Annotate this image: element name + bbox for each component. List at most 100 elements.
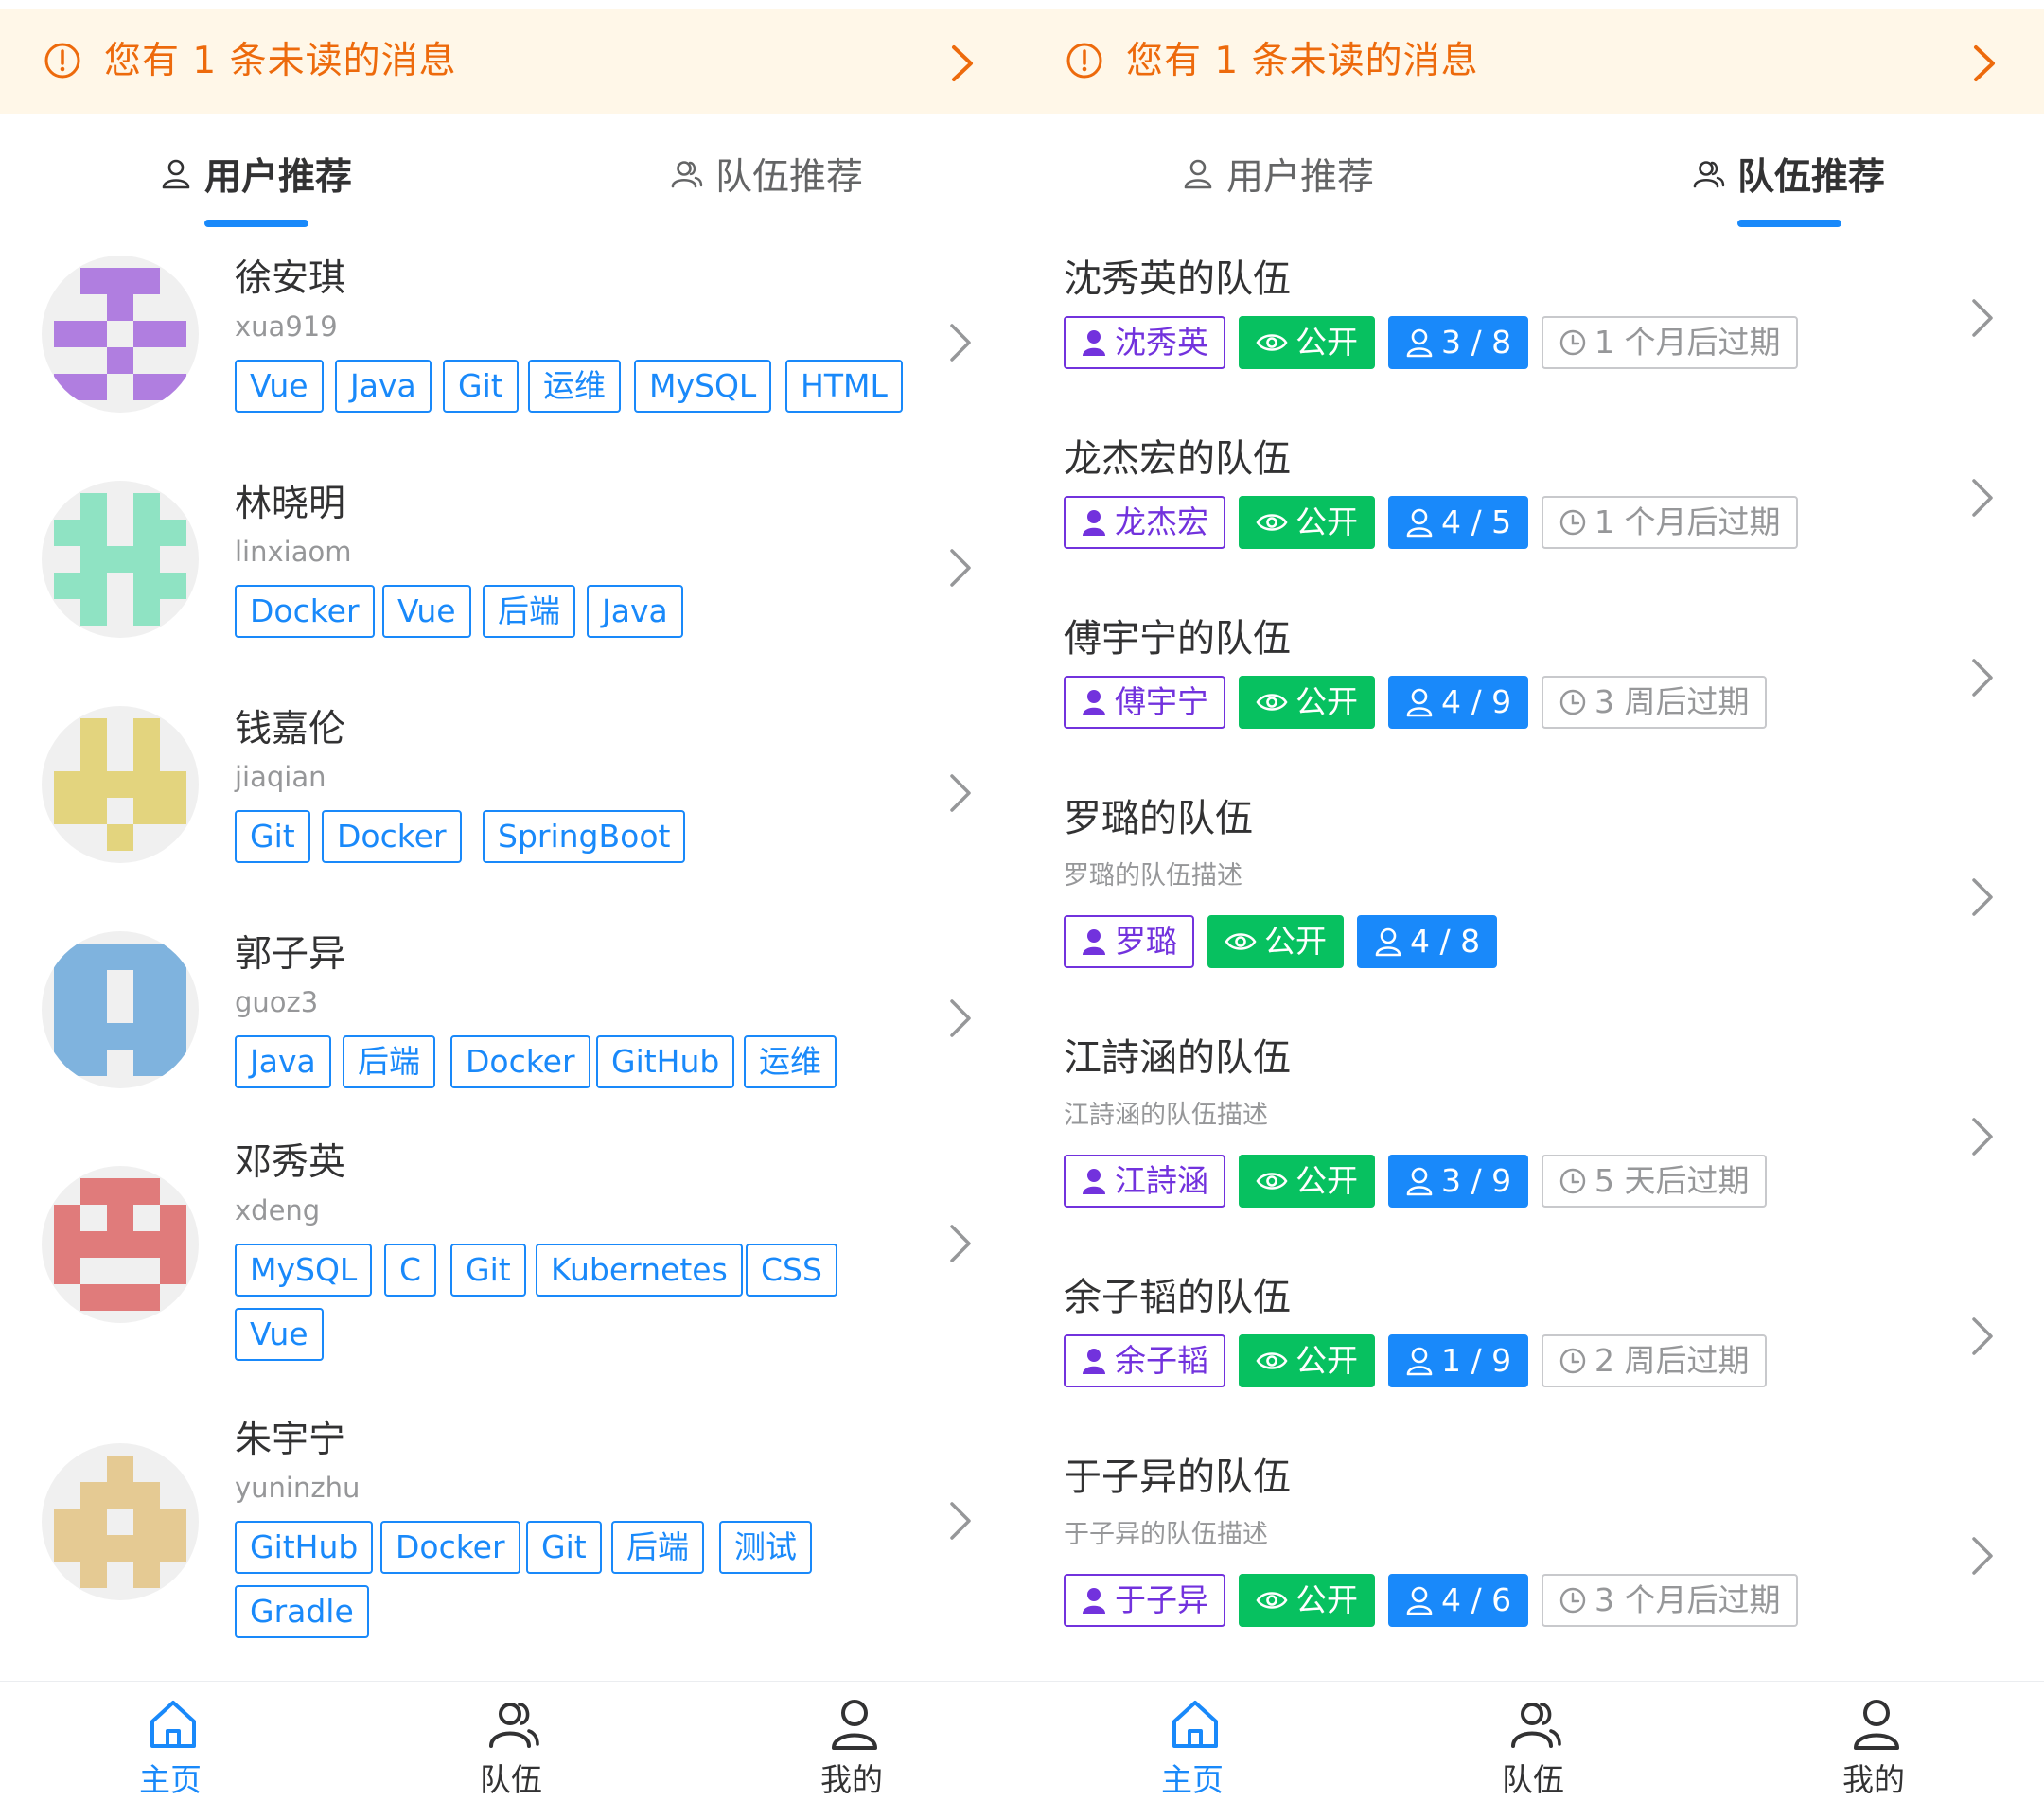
- member-count-tag: 3 / 8: [1388, 316, 1529, 369]
- tag: Docker: [235, 585, 375, 638]
- tag: MySQL: [235, 1244, 373, 1297]
- chevron-right-icon: [950, 1502, 971, 1540]
- chevron-right-icon: [1972, 299, 1993, 337]
- tab-user-recommend[interactable]: 用户推荐: [0, 114, 511, 235]
- tabbar-mine[interactable]: 我的: [681, 1682, 1022, 1818]
- user-card[interactable]: 徐安琪 xua919 Vue Java Git 运维 MySQL HTML: [0, 237, 1022, 459]
- clock-icon: [1559, 329, 1586, 356]
- status-tag-text: 公开: [1295, 1581, 1358, 1618]
- tag: Docker: [450, 1035, 590, 1088]
- tag: Git: [443, 360, 519, 413]
- clock-icon: [1559, 1587, 1586, 1614]
- tag: Java: [587, 585, 683, 638]
- avatar: [42, 1443, 199, 1600]
- owner-tag-text: 沈秀英: [1115, 324, 1208, 361]
- tabbar-home[interactable]: 主页: [0, 1682, 341, 1818]
- user-icon: [832, 1700, 877, 1750]
- member-count-tag: 4 / 5: [1388, 496, 1529, 549]
- expire-tag-text: 3 周后过期: [1595, 683, 1750, 720]
- user-icon: [1406, 508, 1433, 538]
- user-icon: [162, 159, 190, 189]
- status-tag-text: 公开: [1295, 1342, 1358, 1379]
- tab-team-recommend[interactable]: 队伍推荐: [511, 114, 1022, 235]
- notice-bar[interactable]: 您有 1 条未读的消息: [0, 9, 1022, 114]
- team-card[interactable]: 沈秀英的队伍 沈秀英 公开 3 / 8 1 个月后过期: [1022, 237, 2044, 416]
- bottom-tabbar: 主页 队伍 我的: [0, 1681, 1022, 1818]
- tabbar-team-label: 队伍: [480, 1761, 542, 1798]
- team-card[interactable]: 龙杰宏的队伍 龙杰宏 公开 4 / 5 1 个月后过期: [1022, 416, 2044, 596]
- tabbar-mine[interactable]: 我的: [1703, 1682, 2044, 1818]
- tag: Git: [526, 1521, 602, 1574]
- user-solid-icon: [1083, 1588, 1105, 1614]
- tabbar-home[interactable]: 主页: [1022, 1682, 1363, 1818]
- identicon-avatar: [54, 1456, 186, 1588]
- user-icon: [1375, 927, 1401, 957]
- tag: CSS: [746, 1244, 837, 1297]
- user-card[interactable]: 林晓明 linxiaom Docker Vue 后端 Java: [0, 462, 1022, 684]
- eye-icon: [1256, 514, 1288, 531]
- identicon-avatar: [54, 1178, 186, 1311]
- expire-tag-text: 1 个月后过期: [1595, 503, 1781, 540]
- team-card[interactable]: 罗璐的队伍 罗璐的队伍描述 罗璐 公开 4 / 8: [1022, 776, 2044, 1015]
- info-circle-icon: [1066, 43, 1102, 79]
- tag: Vue: [235, 360, 324, 413]
- user-name: 钱嘉伦: [235, 708, 346, 750]
- tabbar-team[interactable]: 队伍: [341, 1682, 681, 1818]
- tag: Git: [450, 1244, 526, 1297]
- tab-user-recommend[interactable]: 用户推荐: [1022, 114, 1533, 235]
- chevron-right-icon: [1972, 1317, 1993, 1355]
- owner-tag-text: 龙杰宏: [1115, 503, 1208, 540]
- user-card[interactable]: 朱宇宁 yuninzhu GitHub Docker Git 后端 测试 Gra…: [0, 1417, 1022, 1686]
- team-name: 江詩涵的队伍: [1064, 1036, 1291, 1080]
- tag: Vue: [382, 585, 471, 638]
- friends-icon: [671, 161, 703, 188]
- tag: GitHub: [596, 1035, 735, 1088]
- avatar: [42, 481, 199, 638]
- team-recommend-screen: 您有 1 条未读的消息 用户推荐 队伍推荐 沈秀英的队伍 沈秀英 公开 3 / 81 …: [1022, 0, 2044, 1818]
- identicon-avatar: [54, 268, 186, 400]
- friends-icon: [1693, 161, 1725, 188]
- user-card[interactable]: 郭子异 guoz3 Java 后端 Docker GitHub 运维: [0, 912, 1022, 1135]
- expire-tag-text: 1 个月后过期: [1595, 324, 1781, 361]
- team-name: 余子韬的队伍: [1064, 1276, 1291, 1319]
- expire-tag-text: 5 天后过期: [1595, 1162, 1750, 1199]
- friends-icon: [489, 1703, 539, 1748]
- tag: Vue: [235, 1308, 324, 1361]
- user-solid-icon: [1083, 690, 1105, 715]
- owner-tag: 于子异: [1064, 1574, 1225, 1627]
- tag: 运维: [744, 1035, 837, 1088]
- team-card[interactable]: 傅宇宁的队伍 傅宇宁 公开 4 / 9 3 周后过期: [1022, 596, 2044, 776]
- team-card[interactable]: 余子韬的队伍 余子韬 公开 1 / 9 2 周后过期: [1022, 1255, 2044, 1435]
- expire-tag: 1 个月后过期: [1542, 496, 1798, 549]
- team-card[interactable]: 江詩涵的队伍 江詩涵的队伍描述 江詩涵 公开 3 / 9 5 天后过期: [1022, 1015, 2044, 1255]
- owner-tag: 余子韬: [1064, 1334, 1225, 1387]
- status-tag-text: 公开: [1264, 923, 1327, 960]
- owner-tag-text: 余子韬: [1115, 1342, 1208, 1379]
- user-icon: [1406, 688, 1433, 717]
- tag: Java: [235, 1035, 331, 1088]
- tabbar-team-label: 队伍: [1502, 1761, 1564, 1798]
- tab-team-recommend[interactable]: 队伍推荐: [1533, 114, 2044, 235]
- user-icon: [1406, 1586, 1433, 1615]
- tag: Git: [235, 810, 310, 863]
- tag: C: [384, 1244, 437, 1297]
- tabbar-team[interactable]: 队伍: [1363, 1682, 1703, 1818]
- owner-tag: 江詩涵: [1064, 1155, 1225, 1208]
- eye-icon: [1256, 334, 1288, 351]
- owner-tag-text: 傅宇宁: [1115, 683, 1208, 720]
- chevron-right-icon: [1972, 479, 1993, 517]
- owner-tag-text: 罗璐: [1115, 923, 1177, 960]
- clock-icon: [1559, 509, 1586, 536]
- team-card[interactable]: 于子异的队伍 于子异的队伍描述 于子异 公开 4 / 6 3 个月后过期: [1022, 1435, 2044, 1674]
- chevron-right-icon: [950, 324, 971, 362]
- info-circle-icon: [44, 43, 80, 79]
- chevron-right-icon: [952, 45, 973, 81]
- user-card[interactable]: 邓秀英 xdeng MySQL C Git Kubernetes CSS Vue: [0, 1138, 1022, 1412]
- tag: 后端: [483, 585, 575, 638]
- user-solid-icon: [1083, 330, 1105, 356]
- member-count-tag: 4 / 6: [1388, 1574, 1529, 1627]
- chevron-right-icon: [950, 999, 971, 1037]
- user-card[interactable]: 钱嘉伦 jiaqian Git Docker SpringBoot: [0, 687, 1022, 909]
- user-solid-icon: [1083, 1349, 1105, 1374]
- notice-bar[interactable]: 您有 1 条未读的消息: [1022, 9, 2044, 114]
